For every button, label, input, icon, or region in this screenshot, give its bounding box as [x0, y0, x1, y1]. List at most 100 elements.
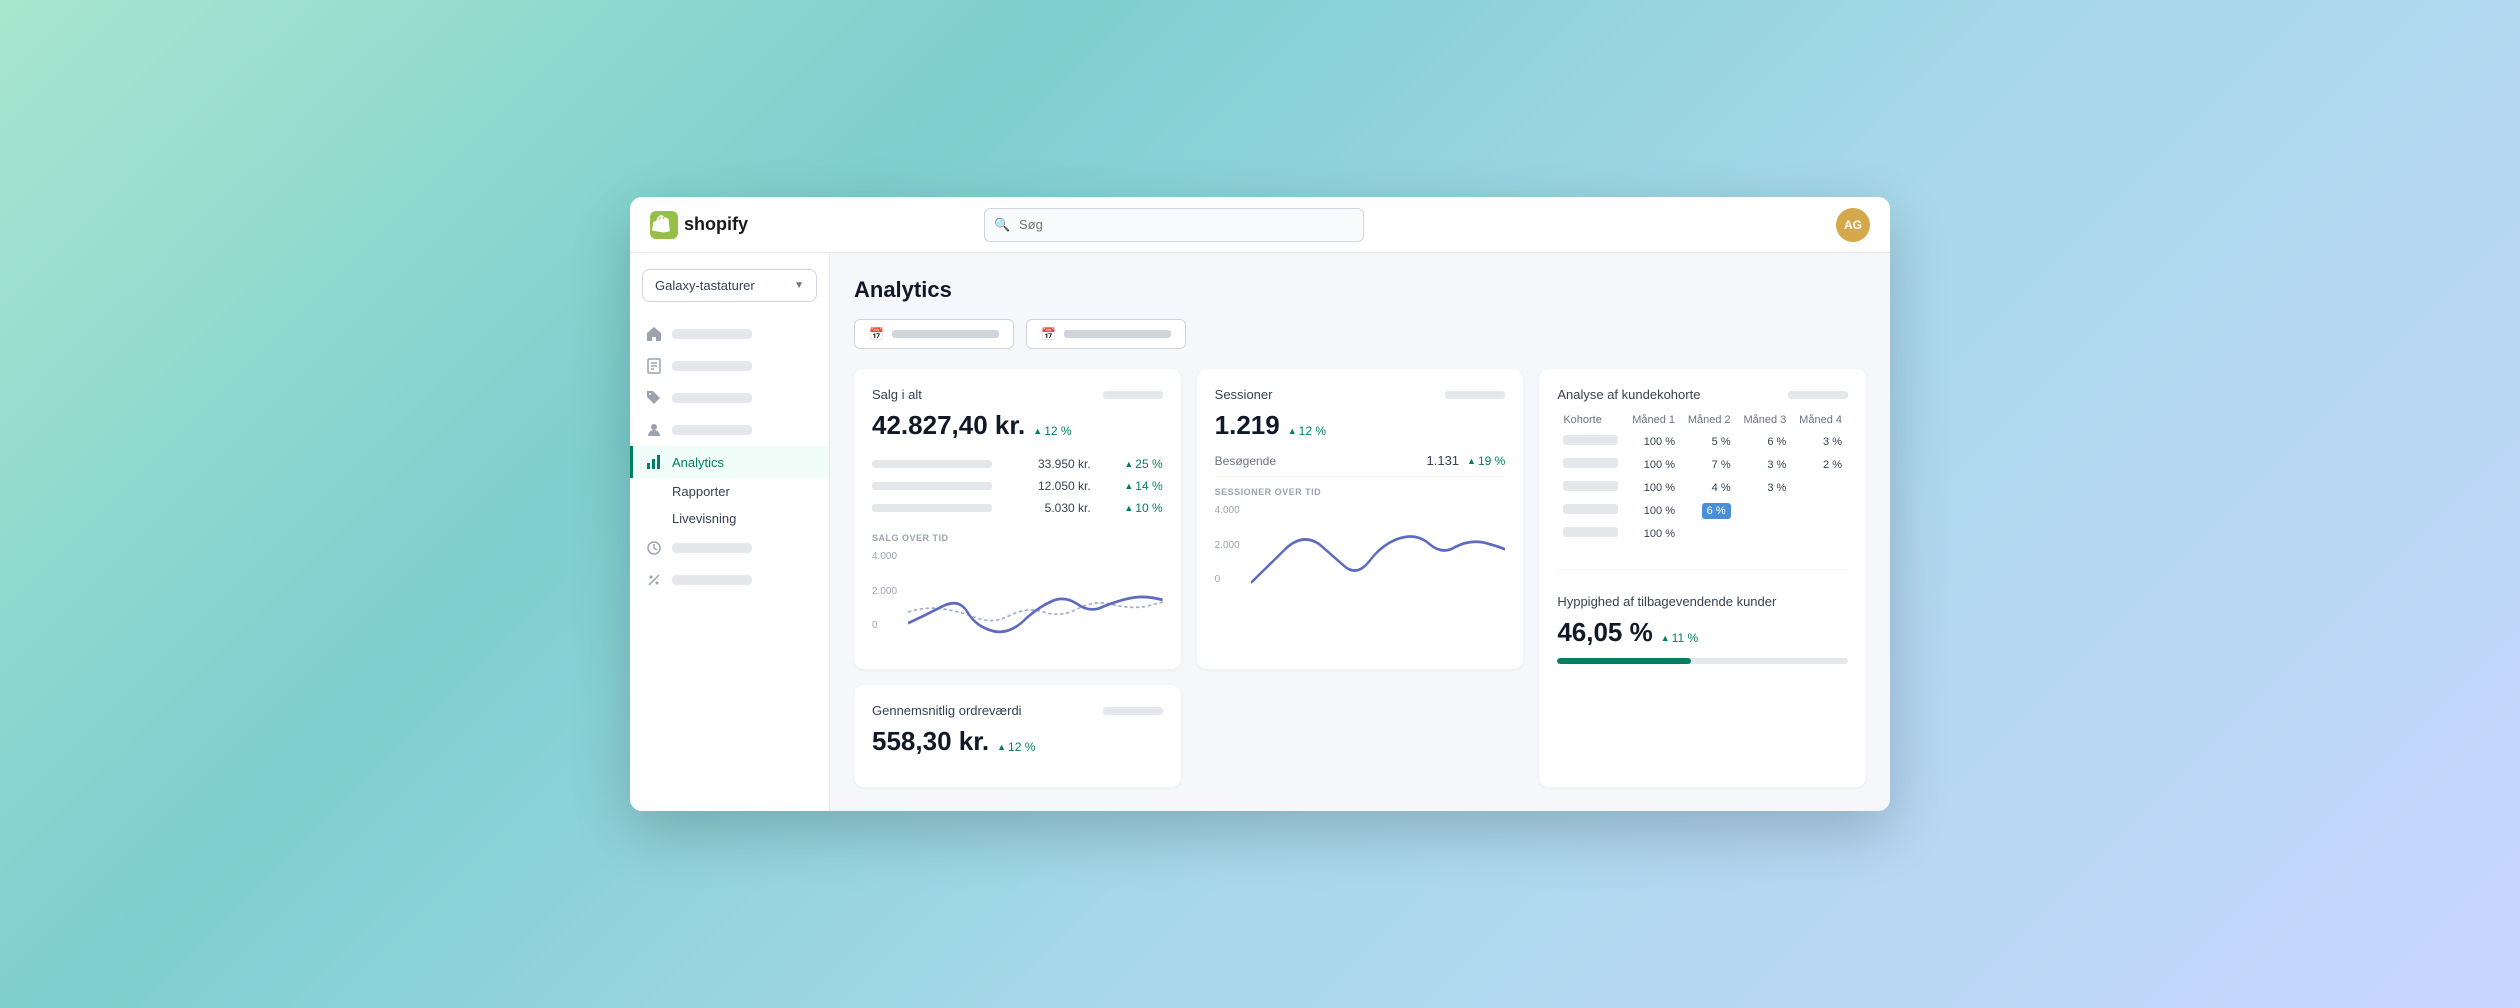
kohorte-r3-c3 — [1792, 499, 1848, 522]
kohorte-r2-c1: 4 % — [1681, 476, 1737, 499]
order-value-badge: 12 % — [997, 740, 1035, 754]
sales-row-2-badge: 10 % — [1124, 501, 1162, 515]
date-filter-2-bar — [1064, 330, 1171, 338]
kohorte-r1-c0: 100 % — [1625, 453, 1681, 476]
date-filter-1[interactable]: 📅 — [854, 319, 1014, 349]
sales-header-bar — [1103, 391, 1163, 399]
sidebar-item-customers[interactable] — [630, 414, 829, 446]
cards-grid: Salg i alt 42.827,40 kr. 12 % 33.950 kr.… — [854, 369, 1866, 787]
sidebar-item-analytics[interactable]: Analytics — [630, 446, 829, 478]
sales-bar-1 — [872, 482, 992, 490]
avatar[interactable]: AG — [1836, 208, 1870, 242]
sessions-y-0: 0 — [1215, 574, 1240, 585]
sidebar: Galaxy-tastaturer ▼ Analy — [630, 253, 830, 811]
returning-progress-wrap — [1557, 658, 1848, 664]
kohorte-r1-c3: 2 % — [1792, 453, 1848, 476]
sidebar-item-home-label — [672, 329, 752, 339]
sales-row-0: 33.950 kr. 25 % — [872, 453, 1163, 475]
main-content: Analytics 📅 📅 Salg i alt — [830, 253, 1890, 811]
date-filter-2[interactable]: 📅 — [1026, 319, 1186, 349]
sidebar-item-tags-label — [672, 393, 752, 403]
sidebar-item-tags[interactable] — [630, 382, 829, 414]
sales-row-2-value: 5.030 kr. — [1026, 501, 1091, 515]
sales-row-2: 5.030 kr. 10 % — [872, 497, 1163, 519]
sales-badge: 12 % — [1033, 424, 1071, 438]
calendar-icon-2: 📅 — [1041, 327, 1056, 341]
returning-title: Hyppighed af tilbagevendende kunder — [1557, 594, 1848, 609]
kohorte-r4-c3 — [1792, 522, 1848, 545]
sales-bar-2 — [872, 504, 992, 512]
sidebar-item-analytics-label: Analytics — [672, 455, 724, 470]
sales-y-2000: 2.000 — [872, 586, 897, 597]
kohorte-bar-4 — [1563, 527, 1618, 537]
sales-row-1-badge: 14 % — [1124, 479, 1162, 493]
sessions-sub: Besøgende 1.131 19 % — [1215, 453, 1506, 477]
app-window: shopify 🔍 AG Galaxy-tastaturer ▼ — [630, 197, 1890, 811]
kohorte-bar-2 — [1563, 481, 1618, 491]
sales-row-0-value: 33.950 kr. — [1026, 457, 1091, 471]
kohorte-th-3: Måned 3 — [1737, 410, 1793, 430]
sales-y-4000: 4.000 — [872, 551, 897, 562]
kohorte-r0-c1: 5 % — [1681, 430, 1737, 453]
sales-chart-svg-wrap — [908, 551, 1163, 651]
sidebar-item-home[interactable] — [630, 318, 829, 350]
kohorte-row-3: 100 % 6 % — [1557, 499, 1848, 522]
kohorte-r2-c2: 3 % — [1737, 476, 1793, 499]
search-input[interactable] — [984, 208, 1364, 242]
home-icon — [646, 326, 662, 342]
kohorte-header-bar — [1788, 391, 1848, 399]
sidebar-sub-rapporter[interactable]: Rapporter — [630, 478, 829, 505]
sessions-sub-value: 1.131 — [1427, 453, 1460, 468]
sessions-chart-svg-wrap — [1251, 505, 1506, 605]
sales-main-line — [908, 597, 1163, 632]
kohorte-th-1: Måned 1 — [1625, 410, 1681, 430]
sales-card-header: Salg i alt — [872, 387, 1163, 402]
kohorte-r2-c0: 100 % — [1625, 476, 1681, 499]
sidebar-item-marketing[interactable] — [630, 532, 829, 564]
kohorte-r1-c1: 7 % — [1681, 453, 1737, 476]
search-bar[interactable]: 🔍 — [984, 208, 1364, 242]
sidebar-item-marketing-label — [672, 543, 752, 553]
sessions-chart-label: SESSIONER OVER TID — [1215, 487, 1506, 497]
sessions-header-bar — [1445, 391, 1505, 399]
kohorte-title: Analyse af kundekohorte — [1557, 387, 1700, 402]
returning-value: 46,05 % 11 % — [1557, 617, 1848, 648]
kohorte-bar-1 — [1563, 458, 1618, 468]
kohorte-bar-0 — [1563, 435, 1618, 445]
customers-icon — [646, 422, 662, 438]
kohorte-card-header: Analyse af kundekohorte — [1557, 387, 1848, 402]
chevron-down-icon: ▼ — [794, 280, 804, 291]
kohorte-bar-3 — [1563, 504, 1618, 514]
sessions-number: 1.219 — [1215, 410, 1280, 441]
order-value-header-bar — [1103, 707, 1163, 715]
sales-title: Salg i alt — [872, 387, 922, 402]
kohorte-r4-c0: 100 % — [1625, 522, 1681, 545]
discounts-icon — [646, 572, 662, 588]
date-filter-1-bar — [892, 330, 999, 338]
sidebar-item-discounts-label — [672, 575, 752, 585]
sessions-svg — [1251, 505, 1506, 605]
logo-text: shopify — [684, 214, 748, 235]
orders-icon — [646, 358, 662, 374]
sessions-y-labels: 4.000 2.000 0 — [1215, 505, 1240, 585]
main-layout: Galaxy-tastaturer ▼ Analy — [630, 253, 1890, 811]
sidebar-sub-livevisning[interactable]: Livevisning — [630, 505, 829, 532]
kohorte-header-row: Kohorte Måned 1 Måned 2 Måned 3 Måned 4 — [1557, 410, 1848, 430]
sessions-y-4000: 4.000 — [1215, 505, 1240, 516]
analytics-icon — [646, 454, 662, 470]
sessions-card: Sessioner 1.219 12 % Besøgende 1.131 19 … — [1197, 369, 1524, 669]
order-value-title: Gennemsnitlig ordreværdi — [872, 703, 1022, 718]
sidebar-item-discounts[interactable] — [630, 564, 829, 596]
sidebar-item-orders[interactable] — [630, 350, 829, 382]
returning-badge: 11 % — [1661, 631, 1698, 645]
order-value-number: 558,30 kr. — [872, 726, 989, 757]
page-title: Analytics — [854, 277, 1866, 303]
sales-row-1-value: 12.050 kr. — [1026, 479, 1091, 493]
store-selector[interactable]: Galaxy-tastaturer ▼ — [642, 269, 817, 302]
tag-icon — [646, 390, 662, 406]
order-value-header: Gennemsnitlig ordreværdi — [872, 703, 1163, 718]
sessions-chart: 4.000 2.000 0 — [1215, 505, 1506, 605]
sales-row-0-badge: 25 % — [1124, 457, 1162, 471]
sessions-y-2000: 2.000 — [1215, 540, 1240, 551]
shopify-logo-icon — [650, 211, 678, 239]
